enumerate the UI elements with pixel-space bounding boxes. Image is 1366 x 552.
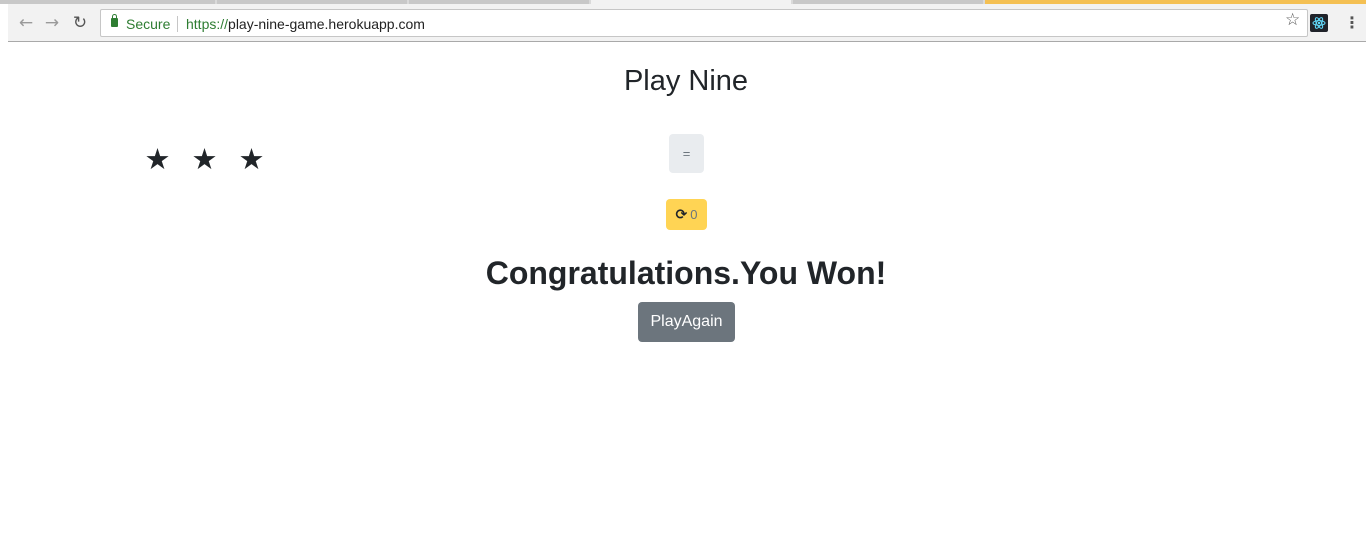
- url-host: play-nine-game.herokuapp.com: [228, 16, 425, 32]
- forward-icon[interactable]: →: [42, 13, 62, 33]
- page-title: Play Nine: [623, 65, 749, 97]
- url-scheme: https://: [186, 16, 229, 32]
- star-icon: ★: [238, 142, 265, 176]
- refresh-icon: ⟳: [675, 206, 688, 223]
- url-text[interactable]: https://play-nine-game.herokuapp.com: [186, 16, 425, 32]
- star-icon: ★: [191, 142, 218, 176]
- redraw-button[interactable]: ⟳ 0: [666, 199, 707, 230]
- lock-icon: [111, 14, 118, 27]
- star-icon: ★: [144, 142, 171, 176]
- win-message: Congratulations.You Won!: [485, 255, 887, 291]
- address-bar[interactable]: Secure https://play-nine-game.herokuapp.…: [100, 9, 1308, 37]
- stars-frame: ★ ★ ★: [142, 143, 267, 175]
- kebab-menu-icon[interactable]: ⋮: [1344, 13, 1360, 32]
- equals-button[interactable]: =: [669, 134, 704, 173]
- divider: [177, 16, 178, 32]
- back-icon[interactable]: ←: [16, 13, 36, 33]
- secure-label: Secure: [126, 16, 171, 32]
- play-again-button[interactable]: PlayAgain: [638, 302, 735, 342]
- browser-toolbar: ← → ↻ Secure https://play-nine-game.hero…: [8, 4, 1366, 42]
- bookmark-star-icon[interactable]: ☆: [1285, 10, 1300, 30]
- react-devtools-icon[interactable]: [1310, 14, 1328, 32]
- redraws-count: 0: [690, 207, 698, 222]
- reload-icon[interactable]: ↻: [70, 13, 90, 33]
- game-page: Play Nine ★ ★ ★ = ⟳ 0 Congratulations.You …: [0, 43, 1366, 552]
